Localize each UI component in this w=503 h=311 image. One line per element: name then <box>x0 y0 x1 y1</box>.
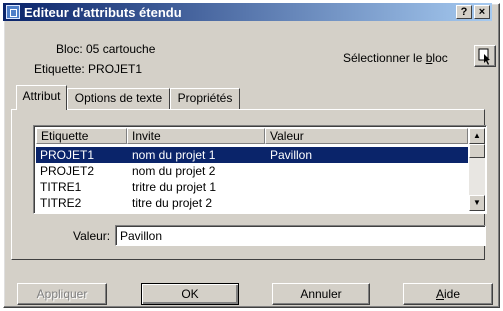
ok-button[interactable]: OK <box>141 283 239 305</box>
etiquette-info: Etiquette: PROJET1 <box>34 62 143 76</box>
window-title: Editeur d'attributs étendu <box>24 5 182 20</box>
table-row[interactable]: PROJET2 nom du projet 2 <box>36 163 468 179</box>
cell-etiquette: TITRE2 <box>40 196 82 210</box>
list-scrollbar[interactable]: ▲ ▼ <box>469 128 485 211</box>
cell-valeur: Pavillon <box>270 148 313 162</box>
select-block-label: Sélectionner le bloc <box>343 51 448 65</box>
cell-etiquette: TITRE1 <box>40 180 82 194</box>
cell-etiquette: PROJET2 <box>40 164 95 178</box>
help-title-button[interactable]: ? <box>456 5 472 19</box>
table-row[interactable]: TITRE2 titre du projet 2 <box>36 195 468 211</box>
column-header-valeur[interactable]: Valeur <box>265 128 468 144</box>
close-title-button[interactable]: × <box>474 5 490 19</box>
scroll-thumb[interactable] <box>469 144 485 158</box>
help-button-label: Aide <box>435 287 461 301</box>
cell-etiquette: PROJET1 <box>40 148 95 162</box>
cancel-button[interactable]: Annuler <box>272 283 370 305</box>
scroll-down-icon[interactable]: ▼ <box>469 195 485 211</box>
table-row[interactable]: TITRE1 tritre du projet 1 <box>36 179 468 195</box>
cell-invite: nom du projet 1 <box>132 148 216 162</box>
title-bar[interactable]: Editeur d'attributs étendu ? × <box>3 3 492 21</box>
app-icon <box>6 5 20 19</box>
column-header-invite[interactable]: Invite <box>127 128 265 144</box>
scroll-up-icon[interactable]: ▲ <box>469 128 485 144</box>
apply-button[interactable]: Appliquer <box>17 283 107 305</box>
bloc-info: Bloc: 05 cartouche <box>56 42 156 56</box>
pick-block-icon <box>478 48 490 65</box>
table-row[interactable]: PROJET1 nom du projet 1 Pavillon <box>36 147 468 163</box>
value-input[interactable] <box>115 225 486 246</box>
cell-invite: tritre du projet 1 <box>132 180 217 194</box>
tab-attribut[interactable]: Attribut <box>16 85 67 110</box>
cell-invite: nom du projet 2 <box>132 164 216 178</box>
tab-options-texte[interactable]: Options de texte <box>67 88 170 109</box>
tab-proprietes[interactable]: Propriétés <box>170 88 240 109</box>
select-block-button[interactable] <box>474 45 496 67</box>
cell-invite: titre du projet 2 <box>132 196 213 210</box>
value-label: Valeur: <box>73 229 111 243</box>
help-button[interactable]: Aide <box>403 283 493 305</box>
attribute-list[interactable]: Etiquette Invite Valeur PROJET1 nom du p… <box>33 125 487 214</box>
column-header-etiquette[interactable]: Etiquette <box>36 128 127 144</box>
